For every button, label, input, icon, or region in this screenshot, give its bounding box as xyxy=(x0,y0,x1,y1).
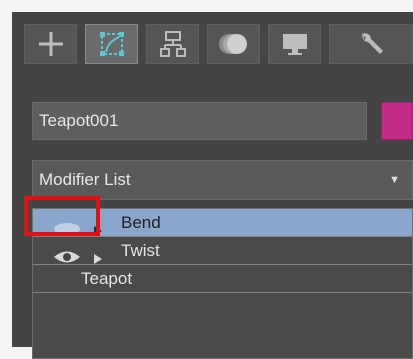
tab-create[interactable] xyxy=(24,24,77,64)
tab-modify[interactable] xyxy=(85,24,138,64)
stack-item-teapot[interactable]: Teapot xyxy=(33,265,412,293)
tab-motion[interactable] xyxy=(207,24,260,64)
hierarchy-icon xyxy=(159,31,186,57)
plus-icon xyxy=(38,32,63,56)
tab-hierarchy[interactable] xyxy=(146,24,199,64)
modifier-list-label: Modifier List xyxy=(39,170,131,189)
object-name-field[interactable]: Teapot001 xyxy=(32,102,367,140)
motion-icon xyxy=(218,34,247,54)
object-color-swatch[interactable] xyxy=(381,102,413,140)
display-icon xyxy=(282,34,307,55)
tab-utilities[interactable] xyxy=(329,24,413,64)
wrench-icon xyxy=(362,33,383,54)
command-panel-tabs xyxy=(24,12,413,64)
stack-item-label: Twist xyxy=(121,241,160,260)
tab-display[interactable] xyxy=(268,24,321,64)
object-name-text: Teapot001 xyxy=(39,111,119,130)
stack-item-label: Teapot xyxy=(81,269,133,288)
modify-icon xyxy=(99,32,124,56)
command-panel: Teapot001 Modifier List ▼ Bend Twist Tea… xyxy=(12,12,413,359)
dropdown-arrow-icon: ▼ xyxy=(389,174,400,186)
stack-item-twist[interactable]: Twist xyxy=(33,237,412,265)
stack-item-label: Bend xyxy=(121,213,161,232)
highlight-box xyxy=(24,196,100,236)
modifier-list-dropdown[interactable]: Modifier List ▼ xyxy=(32,160,413,200)
